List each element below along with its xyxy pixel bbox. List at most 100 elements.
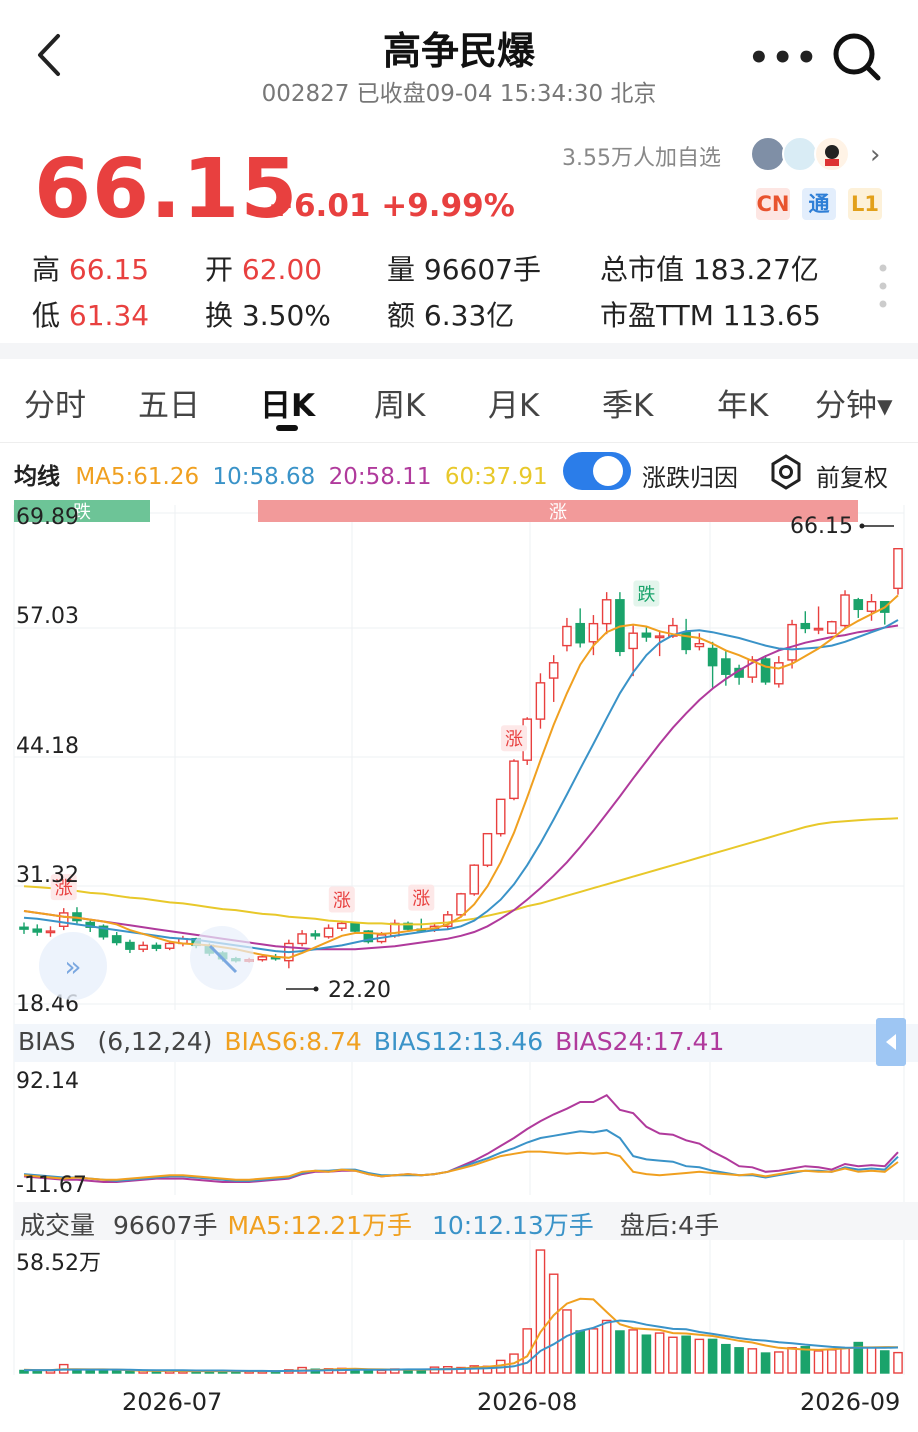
- after-hours-volume: 盘后:4手: [619, 1211, 720, 1240]
- candle-body: [575, 622, 585, 644]
- candle-body: [535, 682, 546, 720]
- volume-ma10: 10:12.13万手: [431, 1211, 594, 1240]
- candle-body: [482, 832, 493, 866]
- date-label: 2026-09: [800, 1388, 901, 1416]
- candle-body: [257, 956, 268, 961]
- candle-body: [548, 662, 559, 679]
- ma20-value: 20:58.11: [328, 464, 432, 490]
- bias-y-max: 92.14: [16, 1069, 79, 1094]
- volume-bar: [747, 1348, 758, 1374]
- volume-legend: 成交量 96607手 MA5:12.21万手 10:12.13万手 盘后:4手: [20, 1206, 719, 1242]
- volume-bar: [85, 1369, 96, 1374]
- volume-y-max: 58.52万: [16, 1251, 101, 1276]
- candle-body: [694, 642, 705, 648]
- candle-body: [800, 622, 811, 630]
- candle-body: [111, 935, 122, 944]
- candle-body: [840, 594, 850, 627]
- candle-body: [32, 928, 43, 933]
- tab-5day[interactable]: 五日: [138, 380, 200, 425]
- candle-body: [588, 622, 599, 643]
- stat-amount: 额 6.33亿: [387, 299, 515, 332]
- chevron-right-icon[interactable]: ›: [870, 140, 880, 170]
- ma60-value: 60:37.91: [444, 464, 548, 490]
- stat-market-cap: 总市值 183.27亿: [600, 253, 819, 286]
- candle-body: [641, 632, 652, 638]
- avatar: [782, 136, 818, 172]
- tab-daily-k[interactable]: 日K: [260, 380, 315, 425]
- high-price-label: 66.15: [790, 514, 853, 539]
- volume-bar: [866, 1347, 877, 1374]
- candle-body: [509, 760, 519, 800]
- chart-grid: [13, 505, 905, 1375]
- active-tab-indicator: [276, 425, 298, 431]
- event-marker-label: 涨: [505, 729, 523, 750]
- event-marker-label: 涨: [412, 889, 430, 910]
- ma5-value: MA5:61.26: [75, 464, 200, 490]
- candle-body: [760, 658, 771, 683]
- tab-minute[interactable]: 分钟▾: [815, 380, 893, 425]
- candle-body: [721, 658, 731, 675]
- candle-body: [774, 662, 784, 685]
- ma10-value: 10:58.68: [212, 464, 316, 490]
- tab-quarterly-k[interactable]: 季K: [602, 380, 653, 425]
- gear-icon[interactable]: [768, 454, 804, 490]
- bias-label[interactable]: BIAS: [18, 1027, 76, 1056]
- low-price-label: 22.20: [328, 978, 391, 1003]
- tab-monthly-k[interactable]: 月K: [488, 380, 539, 425]
- volume-bar: [111, 1370, 122, 1374]
- bias-pane: [23, 1093, 899, 1183]
- search-icon[interactable]: [830, 30, 884, 84]
- bias-legend: BIAS (6,12,24) BIAS6:8.74 BIAS12:13.46 B…: [18, 1027, 724, 1056]
- candle-body: [310, 933, 321, 937]
- volume-label[interactable]: 成交量: [20, 1211, 95, 1240]
- candlesticks: [19, 548, 903, 969]
- followers-count[interactable]: 3.55万人加自选: [562, 140, 721, 172]
- date-label: 2026-08: [477, 1388, 578, 1416]
- adjust-mode-label[interactable]: 前复权: [816, 458, 888, 493]
- volume-bar: [681, 1335, 691, 1374]
- volume-bar: [813, 1350, 824, 1374]
- volume-bar: [707, 1338, 718, 1374]
- l1-badge[interactable]: L1: [848, 188, 882, 220]
- connect-badge[interactable]: 通: [802, 188, 836, 220]
- candle-body: [45, 930, 56, 934]
- last-price: 66.15: [34, 142, 299, 237]
- volume-bar: [800, 1346, 811, 1374]
- candle-body: [654, 635, 665, 639]
- volume-bar: [125, 1370, 135, 1374]
- collapse-left-icon[interactable]: [876, 1018, 906, 1066]
- attribution-label: 涨跌归因: [642, 464, 738, 492]
- tab-weekly-k[interactable]: 周K: [374, 380, 425, 425]
- tab-yearly-k[interactable]: 年K: [717, 380, 768, 425]
- volume-bar: [562, 1309, 572, 1374]
- candle-body: [350, 922, 360, 932]
- candle-body: [601, 599, 612, 625]
- volume-bar: [601, 1319, 612, 1374]
- expand-dots-icon[interactable]: [878, 262, 888, 312]
- volume-bar: [826, 1349, 837, 1374]
- ma-legend: 均线 MA5:61.26 10:58.68 20:58.11 60:37.91: [14, 457, 548, 491]
- volume-bar: [641, 1334, 652, 1374]
- candle-body: [707, 647, 718, 667]
- stat-low: 低 61.34: [32, 299, 150, 332]
- volume-bar: [734, 1347, 744, 1374]
- price-change: +6.01 +9.99%: [268, 188, 515, 224]
- volume-ma5: MA5:12.21万手: [227, 1211, 413, 1240]
- candle-body: [456, 893, 466, 916]
- avatar: [750, 136, 786, 172]
- volume-bar: [98, 1369, 109, 1374]
- candle-body: [495, 798, 506, 835]
- candle-body: [58, 912, 69, 927]
- tab-intraday[interactable]: 分时: [24, 380, 86, 425]
- cn-badge[interactable]: CN: [756, 188, 790, 220]
- candle-body: [826, 621, 837, 634]
- candle-body: [125, 941, 135, 950]
- double-chevron-icon: »: [64, 950, 81, 983]
- follower-avatars[interactable]: [750, 133, 860, 175]
- volume-bar: [575, 1330, 585, 1374]
- candle-body: [866, 600, 877, 612]
- more-dots-icon[interactable]: •••: [748, 38, 819, 78]
- kline-chart[interactable]: 跌 涨 涨涨 涨涨跌 69.89 57.03 44.18 31.32 18.46 …: [0, 495, 918, 1432]
- candle-body: [323, 927, 334, 938]
- candle-body: [164, 942, 175, 949]
